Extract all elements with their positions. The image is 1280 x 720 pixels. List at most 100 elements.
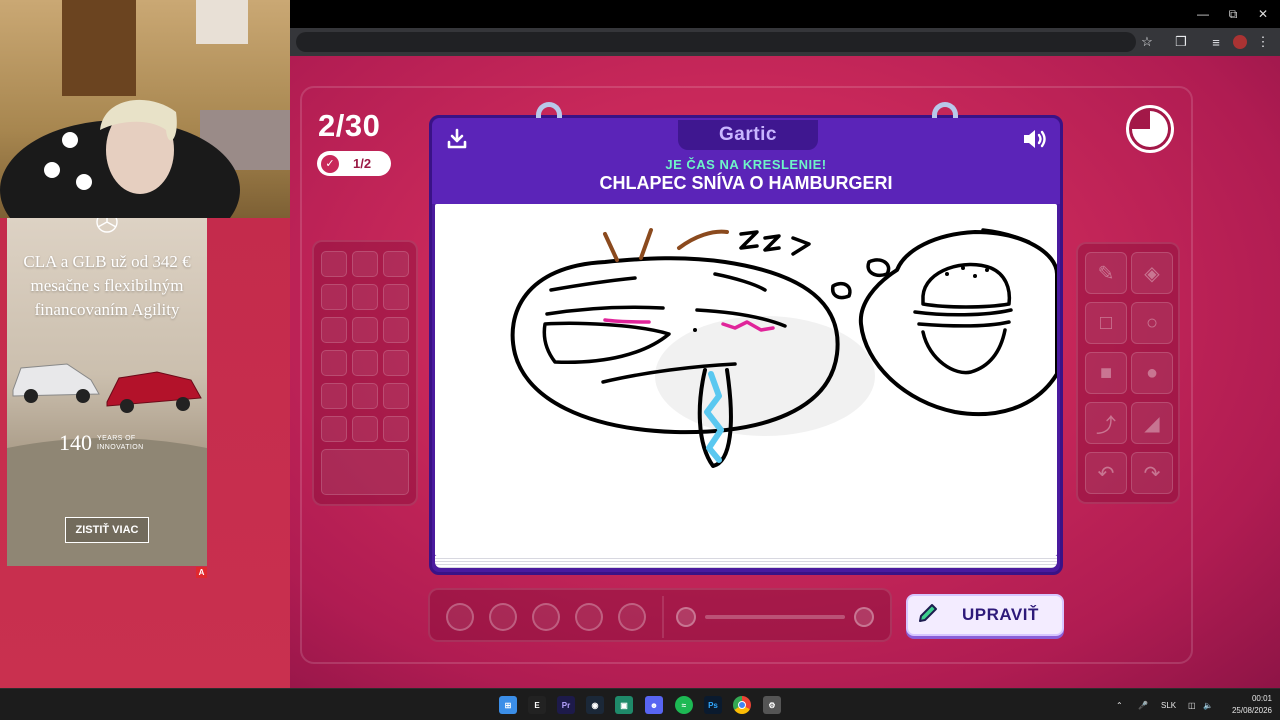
color-swatch[interactable] bbox=[321, 317, 347, 343]
ad-years-line-2: INNOVATION bbox=[97, 444, 144, 451]
brush-size-2[interactable] bbox=[489, 603, 517, 631]
screen: — ⧉ ✕ ☆ ❒ ≡ ⋮ 2/30 ✓ 1/2 ✎ ◈ □ ○ ■ ● ⤴ ◢… bbox=[0, 0, 1280, 720]
window-titlebar: — ⧉ ✕ bbox=[290, 0, 1280, 28]
mercedes-logo bbox=[96, 218, 118, 233]
color-swatch[interactable] bbox=[321, 251, 347, 277]
brush-size-4[interactable] bbox=[575, 603, 603, 631]
color-swatch[interactable] bbox=[352, 350, 378, 376]
check-icon: ✓ bbox=[321, 154, 339, 173]
car-silver bbox=[12, 363, 100, 403]
extensions-icon[interactable]: ❒ bbox=[1172, 33, 1190, 51]
drawing-notebook: Gartic JE ČAS NA KRESLENIE! CHLAPEC SNÍV… bbox=[429, 102, 1063, 575]
minimize-icon[interactable]: — bbox=[1186, 0, 1220, 28]
options-divider bbox=[662, 596, 664, 638]
ad-cta-button[interactable]: ZISTIŤ VIAC bbox=[65, 517, 149, 543]
color-swatch[interactable] bbox=[352, 317, 378, 343]
brush-size-5[interactable] bbox=[618, 603, 646, 631]
color-swatch[interactable] bbox=[383, 383, 409, 409]
media-control-icon[interactable]: ≡ bbox=[1207, 33, 1225, 51]
system-clock[interactable]: 00:01 25/08/2026 bbox=[1228, 693, 1272, 717]
color-swatch[interactable] bbox=[352, 416, 378, 442]
opacity-slider[interactable] bbox=[705, 615, 845, 619]
color-swatch[interactable] bbox=[352, 383, 378, 409]
browser-menu-icon[interactable]: ⋮ bbox=[1254, 33, 1272, 51]
pencil-tool-icon[interactable]: ✎ bbox=[1085, 252, 1127, 294]
custom-color-swatch[interactable] bbox=[321, 449, 409, 495]
color-swatch[interactable] bbox=[352, 251, 378, 277]
line-tool-icon[interactable]: ⤴ bbox=[1085, 402, 1127, 444]
speaker-icon[interactable]: 🔈 bbox=[1203, 689, 1213, 720]
brush-size-1[interactable] bbox=[446, 603, 474, 631]
drawing-canvas[interactable] bbox=[435, 204, 1057, 556]
start-icon[interactable]: ⊞ bbox=[499, 696, 517, 714]
ad-years-number: 140 bbox=[59, 430, 92, 455]
ellipse-filled-icon[interactable]: ● bbox=[1131, 352, 1173, 394]
bookmark-star-icon[interactable]: ☆ bbox=[1138, 33, 1156, 51]
rectangle-outline-icon[interactable]: □ bbox=[1085, 302, 1127, 344]
close-icon[interactable]: ✕ bbox=[1246, 0, 1280, 28]
brush-size-3[interactable] bbox=[532, 603, 560, 631]
premiere-icon[interactable]: Pr bbox=[557, 696, 575, 714]
ellipse-outline-icon[interactable]: ○ bbox=[1131, 302, 1173, 344]
undo-icon[interactable]: ↶ bbox=[1085, 452, 1127, 494]
settings-gear-icon[interactable]: ⚙ bbox=[763, 696, 781, 714]
edit-button[interactable]: UPRAVIŤ bbox=[906, 594, 1064, 636]
restore-icon[interactable]: ⧉ bbox=[1216, 0, 1250, 28]
fill-bucket-icon[interactable]: ◢ bbox=[1131, 402, 1173, 444]
clock-time: 00:01 bbox=[1251, 694, 1272, 703]
brush-options bbox=[428, 588, 892, 642]
epic-games-icon[interactable]: E bbox=[528, 696, 546, 714]
prompt-label: JE ČAS NA KRESLENIE! bbox=[665, 157, 827, 172]
canvas-watermark bbox=[655, 316, 875, 436]
ad-headline-line-2: mesačne s flexibilným bbox=[30, 276, 184, 295]
redo-icon[interactable]: ↷ bbox=[1131, 452, 1173, 494]
color-swatch[interactable] bbox=[321, 416, 347, 442]
drawing-tools: ✎ ◈ □ ○ ■ ● ⤴ ◢ ↶ ↷ bbox=[1076, 242, 1180, 504]
ad-anniversary: 140 YEARS OF INNOVATION bbox=[59, 430, 144, 456]
color-swatch[interactable] bbox=[383, 416, 409, 442]
notebook-header: Gartic JE ČAS NA KRESLENIE! CHLAPEC SNÍV… bbox=[432, 118, 1060, 204]
pencil-icon bbox=[916, 601, 940, 630]
opacity-slider-knob[interactable] bbox=[854, 607, 874, 627]
volume-icon[interactable] bbox=[1022, 127, 1050, 151]
color-swatch[interactable] bbox=[352, 284, 378, 310]
color-swatch[interactable] bbox=[383, 284, 409, 310]
color-swatch[interactable] bbox=[383, 317, 409, 343]
ad-years-line-1: YEARS OF bbox=[97, 435, 136, 442]
photoshop-icon[interactable]: Ps bbox=[704, 696, 722, 714]
app-icon[interactable]: ▣ bbox=[615, 696, 633, 714]
microphone-icon[interactable]: 🎤 bbox=[1138, 689, 1148, 720]
webcam-overlay bbox=[0, 0, 290, 218]
tray-expand-icon[interactable]: ⌃ bbox=[1116, 689, 1123, 720]
profile-avatar[interactable] bbox=[1231, 33, 1249, 51]
color-swatch[interactable] bbox=[321, 383, 347, 409]
browser-toolbar: ☆ ❒ ≡ ⋮ bbox=[290, 28, 1280, 56]
timer-icon bbox=[1126, 105, 1174, 153]
rectangle-filled-icon[interactable]: ■ bbox=[1085, 352, 1127, 394]
chrome-icon[interactable] bbox=[733, 696, 751, 714]
gartic-logo: Gartic bbox=[678, 120, 818, 150]
ad-headline: CLA a GLB už od 342 € mesačne s flexibil… bbox=[7, 250, 207, 322]
gartic-game-area: 2/30 ✓ 1/2 ✎ ◈ □ ○ ■ ● ⤴ ◢ ↶ ↷ Gartic JE… bbox=[290, 56, 1280, 688]
eraser-tool-icon[interactable]: ◈ bbox=[1131, 252, 1173, 294]
address-bar[interactable] bbox=[296, 32, 1136, 52]
car-advertisement[interactable]: CLA a GLB už od 342 € mesačne s flexibil… bbox=[7, 218, 207, 566]
color-swatch[interactable] bbox=[321, 284, 347, 310]
ad-headline-line-3: financovaním Agility bbox=[34, 300, 180, 319]
color-swatch[interactable] bbox=[383, 251, 409, 277]
completed-count: 1/2 bbox=[353, 156, 372, 171]
color-swatch[interactable] bbox=[383, 350, 409, 376]
language-indicator[interactable]: SLK bbox=[1161, 689, 1176, 720]
prompt-text: CHLAPEC SNÍVA O HAMBURGERI bbox=[599, 173, 893, 193]
discord-icon[interactable]: ☻ bbox=[645, 696, 663, 714]
color-swatch[interactable] bbox=[321, 350, 347, 376]
network-icon[interactable]: ◫ bbox=[1188, 689, 1196, 720]
windows-taskbar: ⊞ E Pr ◉ ▣ ☻ ≈ Ps ⚙ ⌃ 🎤 SLK ◫ 🔈 00:01 25… bbox=[0, 688, 1280, 720]
spotify-icon[interactable]: ≈ bbox=[675, 696, 693, 714]
steam-icon[interactable]: ◉ bbox=[586, 696, 604, 714]
ad-headline-line-1: CLA a GLB už od 342 € bbox=[23, 252, 191, 271]
download-icon[interactable] bbox=[446, 128, 468, 150]
car-red bbox=[106, 371, 202, 413]
ad-choices-badge[interactable]: A bbox=[196, 567, 207, 578]
completed-badge: ✓ 1/2 bbox=[317, 151, 391, 176]
